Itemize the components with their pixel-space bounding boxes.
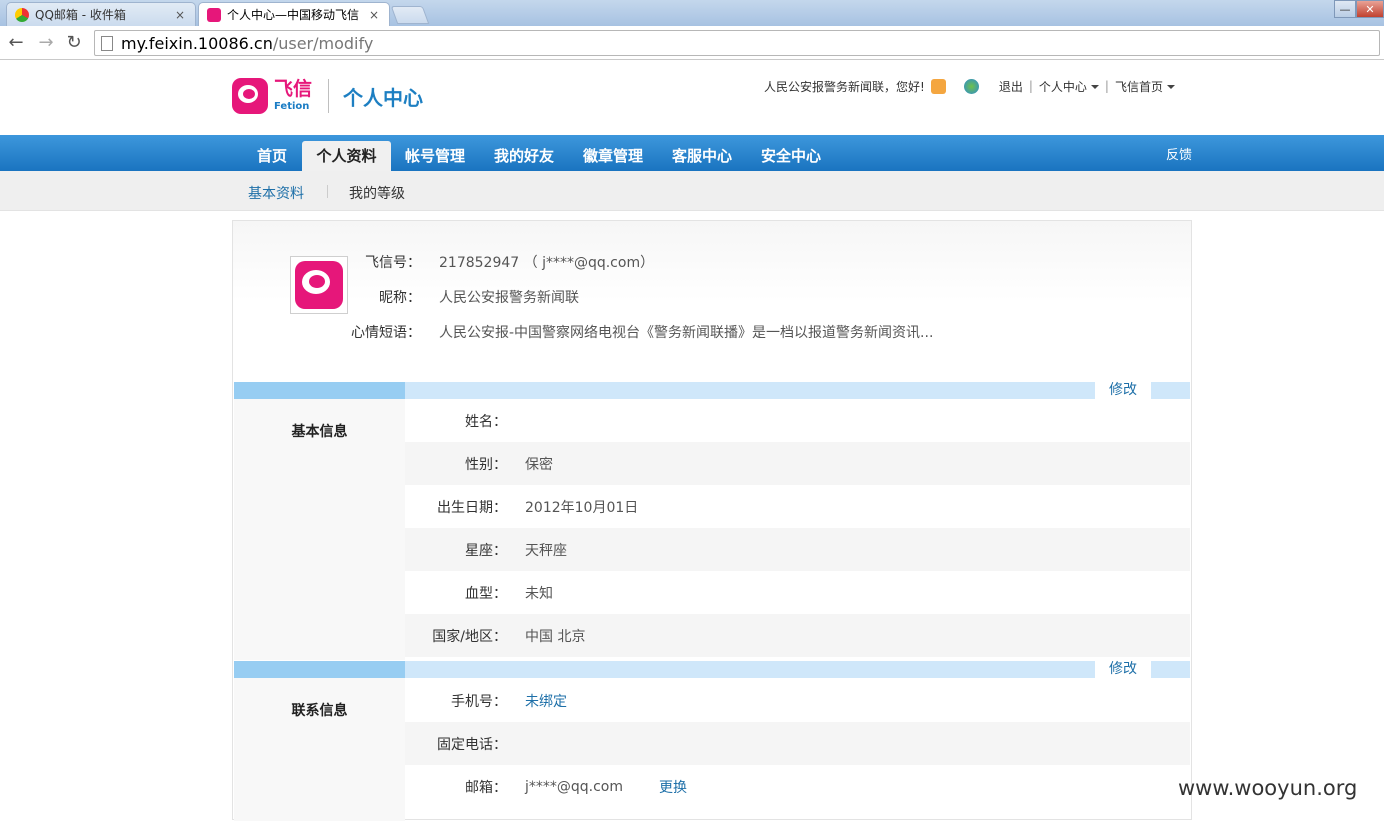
logout-link[interactable]: 退出 [999,78,1023,95]
field-row-region: 国家/地区： 中国 北京 [405,614,1190,657]
fetion-id-row: 飞信号： 217852947 （ j****@qq.com） [233,252,654,272]
feedback-link[interactable]: 反馈 [1166,144,1192,163]
tab-close-icon[interactable]: × [367,8,381,22]
tab-close-icon[interactable]: × [173,8,187,22]
home-house-icon[interactable] [930,78,946,94]
chrome-favicon-icon [15,7,29,22]
nickname-row: 昵称： 人民公安报警务新闻联 [233,287,579,307]
nav-support[interactable]: 客服中心 [663,142,741,171]
nav-profile[interactable]: 个人资料 [302,141,391,171]
forward-arrow-icon[interactable]: → [36,33,56,53]
mood-row: 心情短语： 人民公安报-中国警察网络电视台《警务新闻联播》是一档以报道警务新闻资… [233,322,933,342]
field-row-gender: 性别： 保密 [405,442,1190,485]
feixin-home-menu[interactable]: 飞信首页 [1115,78,1175,95]
browser-tab-bar: QQ邮箱 - 收件箱 × 个人中心—中国移动飞信 × — ✕ [0,0,1384,26]
mood-value: 人民公安报-中国警察网络电视台《警务新闻联播》是一档以报道警务新闻资讯... [439,325,934,341]
minimize-button[interactable]: — [1334,0,1356,18]
nav-security[interactable]: 安全中心 [752,142,830,171]
content-panel: 飞信号： 217852947 （ j****@qq.com） 昵称： 人民公安报… [232,220,1192,821]
field-row-mobile: 手机号： 未绑定 [405,679,1190,722]
nav-badges[interactable]: 徽章管理 [574,142,652,171]
subnav-my-level[interactable]: 我的等级 [349,183,405,203]
field-row-zodiac: 星座： 天秤座 [405,528,1190,571]
url-path: /user/modify [272,33,374,53]
sub-nav: 基本资料 我的等级 [0,171,1384,211]
new-tab-button[interactable] [390,6,430,24]
fetion-logo-icon [232,78,268,114]
basic-info-edit-button[interactable]: 修改 [1095,382,1151,399]
contact-info-title: 联系信息 [291,703,348,719]
page-icon [101,35,113,51]
contact-info-edit-button[interactable]: 修改 [1095,661,1151,678]
tab-personal-center[interactable]: 个人中心—中国移动飞信 × [198,2,390,26]
chevron-down-icon [1090,85,1099,89]
subnav-basic-profile[interactable]: 基本资料 [248,183,304,203]
address-toolbar: ← → ↻ my.feixin.10086.cn/user/modify [0,26,1384,60]
field-row-blood-type: 血型： 未知 [465,585,553,602]
reload-icon[interactable]: ↻ [64,33,84,53]
contact-info-header-bar: 修改 [234,661,1190,678]
email-value: j****@qq.com [525,778,624,795]
fetion-logo[interactable]: 飞信 Fetion 个人中心 [232,78,423,114]
chevron-down-icon [1166,85,1175,89]
url-host: my.feixin.10086.cn [121,33,273,53]
nav-home[interactable]: 首页 [244,142,300,171]
logo-text-en: Fetion [274,101,310,112]
globe-icon[interactable] [963,78,979,94]
nickname-value: 人民公安报警务新闻联 [439,290,579,306]
personal-center-menu[interactable]: 个人中心 [1039,78,1099,95]
watermark: www.wooyun.org [1178,776,1358,800]
nav-account[interactable]: 帐号管理 [396,142,474,171]
greeting-text: 人民公安报警务新闻联，您好! [764,79,925,94]
basic-info-header-bar: 修改 [234,382,1190,399]
field-row-email: 邮箱： j****@qq.com 更换 [465,777,688,797]
field-row-birthday: 出生日期： 2012年10月01日 [437,499,639,516]
window-close-button[interactable]: ✕ [1356,0,1384,18]
fetion-id-value: 217852947 （ j****@qq.com） [439,255,655,271]
logo-divider [328,79,330,113]
tab-title: 个人中心—中国移动飞信 [227,8,360,22]
change-email-link[interactable]: 更换 [659,777,687,797]
page-title: 个人中心 [343,85,424,110]
subnav-divider [327,185,328,198]
logo-text-cn: 飞信 [274,78,313,100]
basic-info-title: 基本信息 [291,424,348,440]
url-input[interactable]: my.feixin.10086.cn/user/modify [94,30,1380,56]
tab-title: QQ邮箱 - 收件箱 [35,8,126,22]
main-nav: 首页 个人资料 帐号管理 我的好友 徽章管理 客服中心 安全中心 反馈 [0,135,1384,171]
profile-summary: 飞信号： 217852947 （ j****@qq.com） 昵称： 人民公安报… [233,221,1191,381]
mobile-unbound-link[interactable]: 未绑定 [525,691,567,711]
tab-qq-mail[interactable]: QQ邮箱 - 收件箱 × [6,2,196,26]
field-row-phone: 固定电话： [405,722,1190,765]
field-row-name: 姓名： [465,413,507,430]
user-links: 人民公安报警务新闻联，您好! 退出 | 个人中心 | 飞信首页 [764,78,1175,94]
back-arrow-icon[interactable]: ← [6,33,26,53]
nav-friends[interactable]: 我的好友 [485,142,563,171]
fetion-favicon-icon [207,7,221,22]
